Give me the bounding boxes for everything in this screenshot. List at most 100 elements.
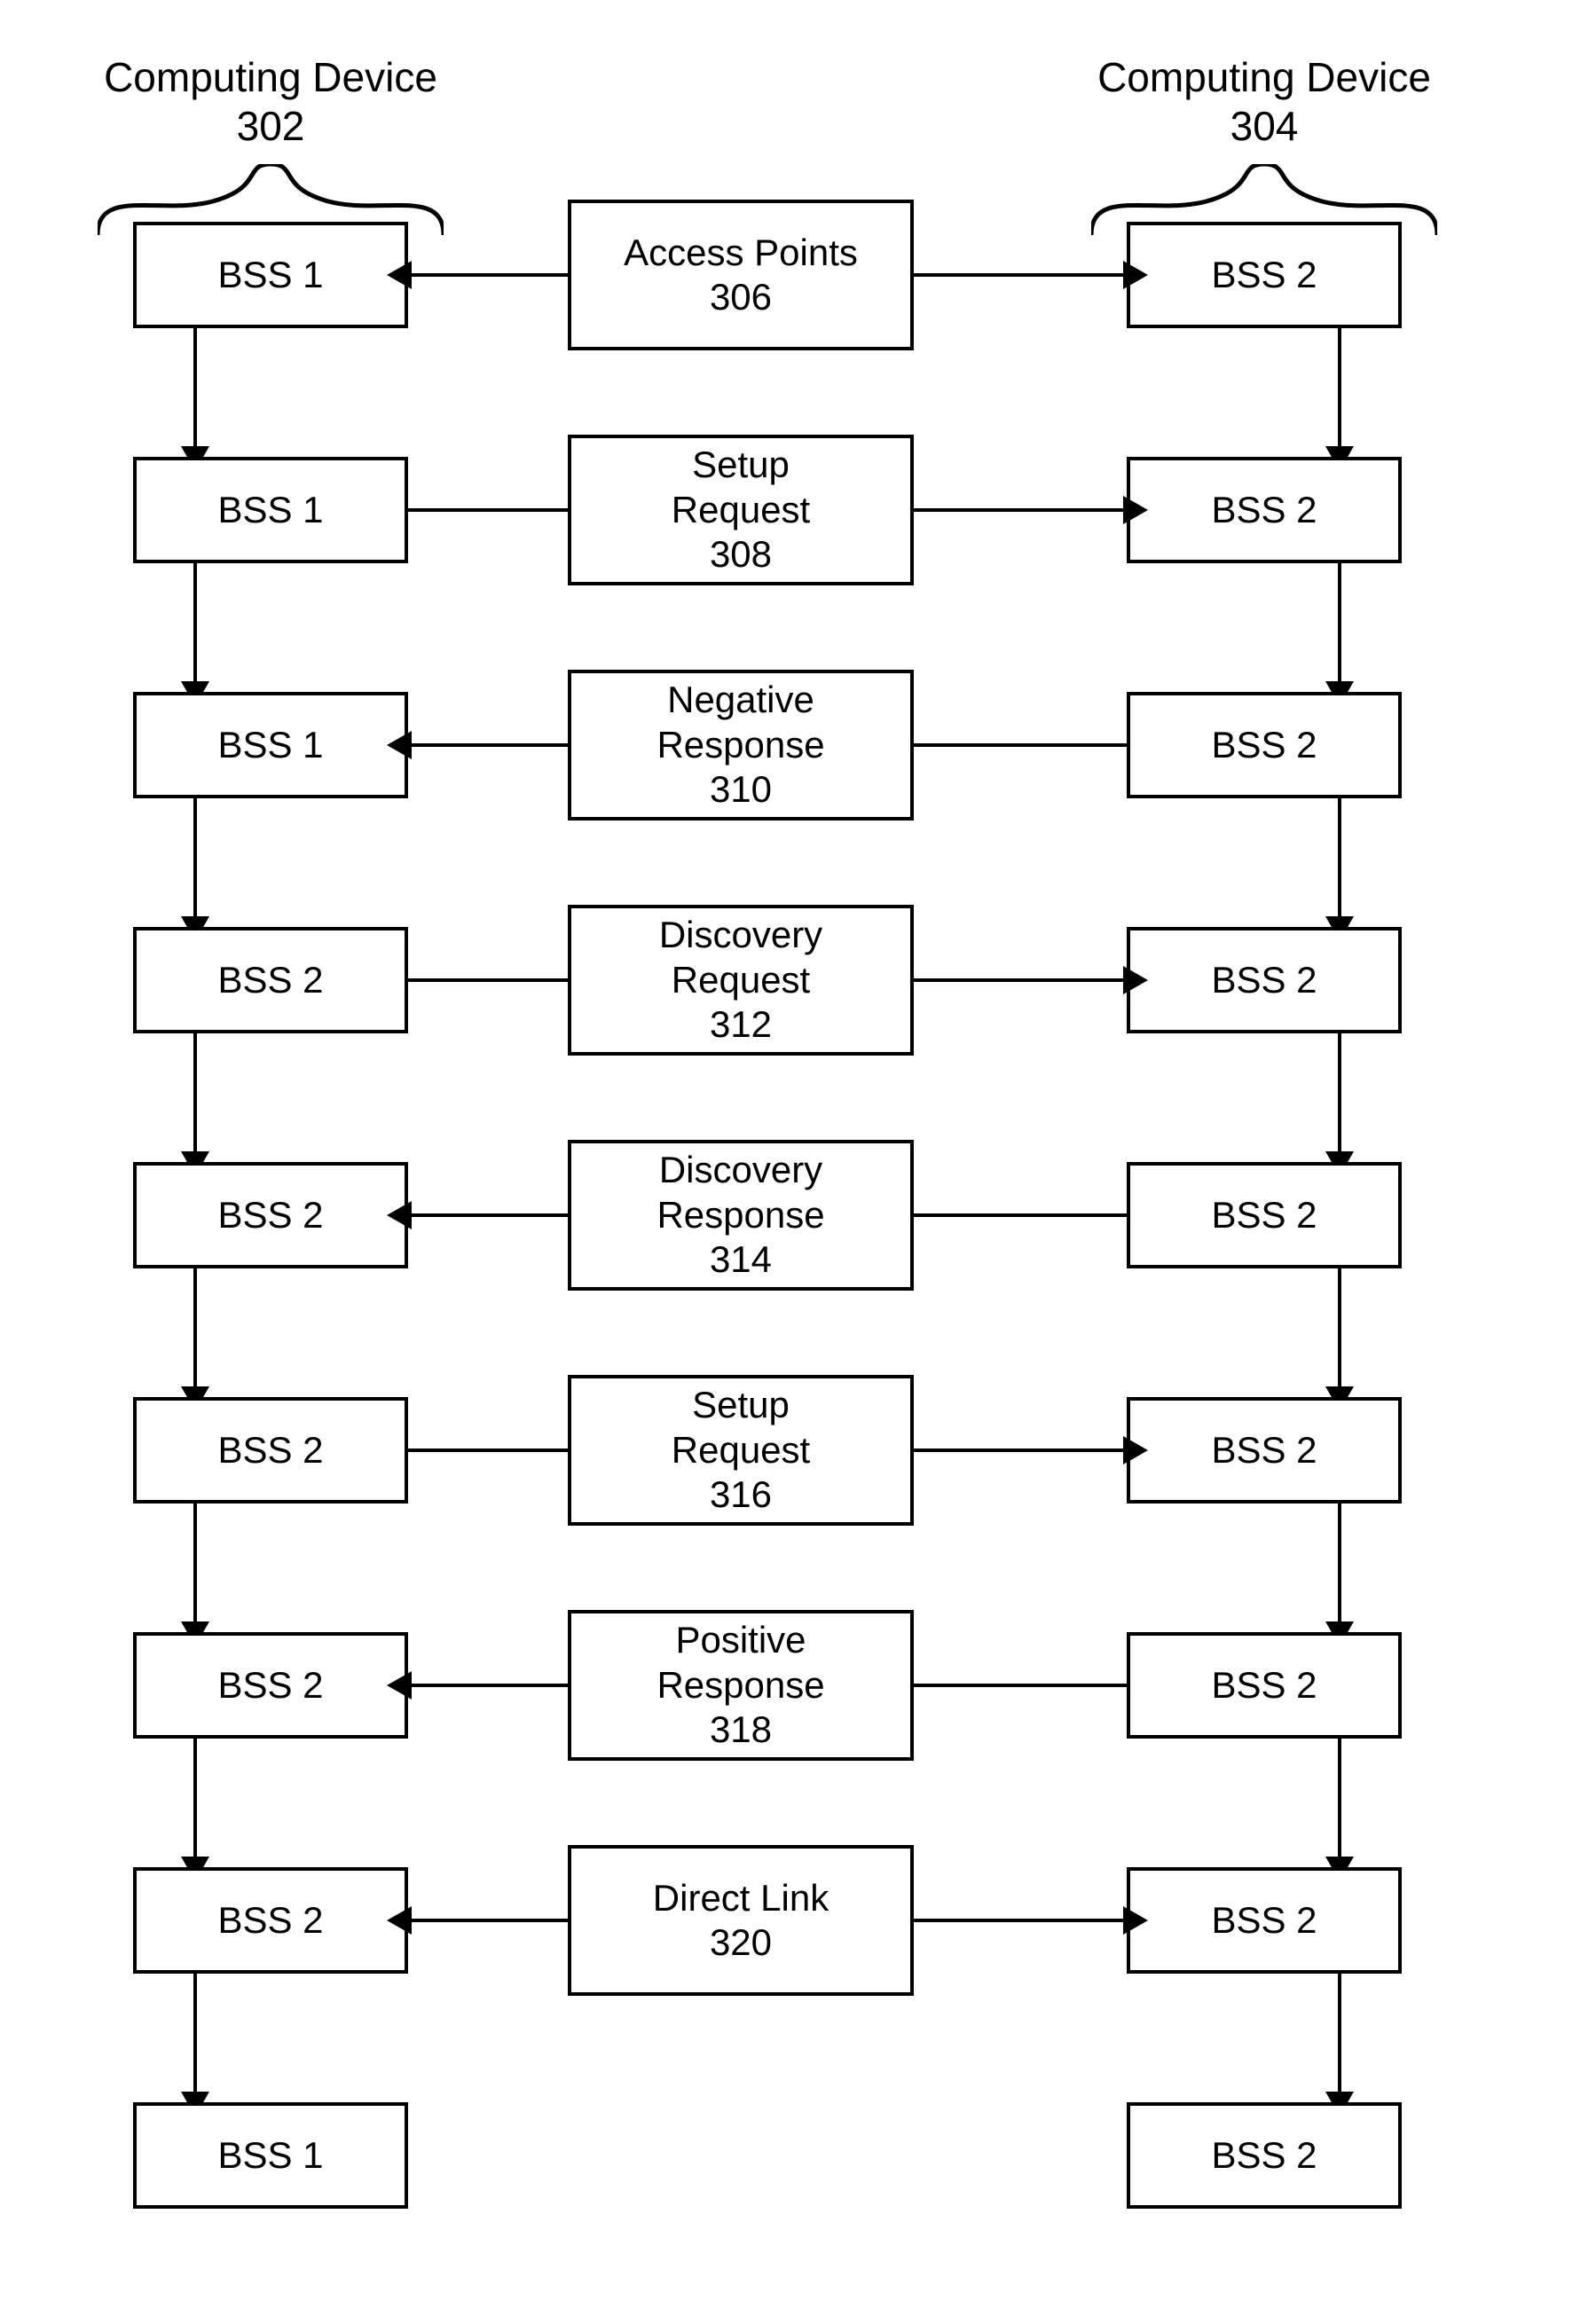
right-box-row0: BSS 2 bbox=[1127, 222, 1402, 328]
center-box-row5: Setup Request 316 bbox=[568, 1375, 914, 1526]
connector-line bbox=[193, 563, 197, 685]
right-box-row2: BSS 2 bbox=[1127, 692, 1402, 798]
connector-line bbox=[193, 1974, 197, 2095]
left-box-row5: BSS 2 bbox=[133, 1397, 408, 1504]
left-box-row8: BSS 1 bbox=[133, 2102, 408, 2209]
right-box-row2-label: BSS 2 bbox=[1211, 723, 1317, 767]
center-box-row7: Direct Link 320 bbox=[568, 1845, 914, 1996]
right-box-row6: BSS 2 bbox=[1127, 1632, 1402, 1739]
left-box-row2-label: BSS 1 bbox=[217, 723, 323, 767]
connector-line bbox=[1338, 563, 1341, 685]
center-box-row3: Discovery Request 312 bbox=[568, 905, 914, 1056]
connector-line bbox=[1338, 1033, 1341, 1155]
right-box-row7: BSS 2 bbox=[1127, 1867, 1402, 1974]
left-box-row3-label: BSS 2 bbox=[217, 958, 323, 1002]
right-box-row0-label: BSS 2 bbox=[1211, 253, 1317, 297]
connector-line bbox=[914, 273, 1127, 277]
center-box-row6: Positive Response 318 bbox=[568, 1610, 914, 1761]
center-box-row4-label: Discovery Response 314 bbox=[656, 1148, 824, 1282]
arrow-left-icon bbox=[387, 1201, 412, 1229]
header-left-ref: 302 bbox=[237, 103, 305, 149]
right-box-row6-label: BSS 2 bbox=[1211, 1663, 1317, 1708]
right-box-row4: BSS 2 bbox=[1127, 1162, 1402, 1268]
connector-line bbox=[914, 508, 1127, 512]
connector-line bbox=[408, 1213, 568, 1217]
connector-line bbox=[1338, 1504, 1341, 1625]
connector-line bbox=[408, 273, 568, 277]
connector-line bbox=[1338, 798, 1341, 920]
center-box-row4: Discovery Response 314 bbox=[568, 1140, 914, 1291]
header-left-title: Computing Device bbox=[104, 54, 437, 100]
arrow-left-icon bbox=[387, 1906, 412, 1935]
connector-line bbox=[193, 328, 197, 450]
connector-line bbox=[408, 1919, 568, 1922]
connector-line bbox=[914, 1449, 1127, 1452]
arrow-right-icon bbox=[1123, 1906, 1148, 1935]
connector-line bbox=[408, 743, 568, 747]
connector-line bbox=[408, 978, 568, 982]
connector-line bbox=[914, 1684, 1127, 1687]
arrow-left-icon bbox=[387, 731, 412, 759]
center-box-row7-label: Direct Link 320 bbox=[653, 1876, 829, 1966]
center-box-row2-label: Negative Response 310 bbox=[656, 678, 824, 812]
left-box-row1-label: BSS 1 bbox=[217, 488, 323, 532]
right-box-row1-label: BSS 2 bbox=[1211, 488, 1317, 532]
left-box-row3: BSS 2 bbox=[133, 927, 408, 1033]
connector-line bbox=[914, 978, 1127, 982]
left-box-row7: BSS 2 bbox=[133, 1867, 408, 1974]
left-box-row7-label: BSS 2 bbox=[217, 1898, 323, 1943]
left-box-row4-label: BSS 2 bbox=[217, 1193, 323, 1237]
right-box-row3: BSS 2 bbox=[1127, 927, 1402, 1033]
right-box-row5: BSS 2 bbox=[1127, 1397, 1402, 1504]
connector-line bbox=[1338, 1739, 1341, 1860]
arrow-right-icon bbox=[1123, 496, 1148, 524]
left-box-row8-label: BSS 1 bbox=[217, 2133, 323, 2178]
left-box-row0: BSS 1 bbox=[133, 222, 408, 328]
left-box-row0-label: BSS 1 bbox=[217, 253, 323, 297]
right-box-row1: BSS 2 bbox=[1127, 457, 1402, 563]
right-box-row5-label: BSS 2 bbox=[1211, 1428, 1317, 1472]
connector-line bbox=[408, 508, 568, 512]
right-box-row8: BSS 2 bbox=[1127, 2102, 1402, 2209]
center-box-row0-label: Access Points 306 bbox=[624, 231, 858, 320]
left-box-row2: BSS 1 bbox=[133, 692, 408, 798]
connector-line bbox=[193, 1739, 197, 1860]
connector-line bbox=[1338, 1268, 1341, 1390]
arrow-left-icon bbox=[387, 261, 412, 289]
arrow-right-icon bbox=[1123, 1436, 1148, 1464]
connector-line bbox=[408, 1449, 568, 1452]
center-box-row0: Access Points 306 bbox=[568, 200, 914, 350]
right-box-row3-label: BSS 2 bbox=[1211, 958, 1317, 1002]
right-box-row8-label: BSS 2 bbox=[1211, 2133, 1317, 2178]
arrow-right-icon bbox=[1123, 261, 1148, 289]
center-box-row2: Negative Response 310 bbox=[568, 670, 914, 820]
right-box-row7-label: BSS 2 bbox=[1211, 1898, 1317, 1943]
left-box-row4: BSS 2 bbox=[133, 1162, 408, 1268]
left-box-row6: BSS 2 bbox=[133, 1632, 408, 1739]
connector-line bbox=[914, 743, 1127, 747]
connector-line bbox=[193, 1504, 197, 1625]
connector-line bbox=[193, 798, 197, 920]
arrow-right-icon bbox=[1123, 966, 1148, 994]
center-box-row6-label: Positive Response 318 bbox=[656, 1618, 824, 1752]
center-box-row5-label: Setup Request 316 bbox=[672, 1383, 810, 1517]
connector-line bbox=[1338, 1974, 1341, 2095]
arrow-left-icon bbox=[387, 1671, 412, 1700]
header-right: Computing Device304 bbox=[1073, 53, 1455, 151]
connector-line bbox=[914, 1919, 1127, 1922]
connector-line bbox=[193, 1033, 197, 1155]
right-box-row4-label: BSS 2 bbox=[1211, 1193, 1317, 1237]
connector-line bbox=[914, 1213, 1127, 1217]
connector-line bbox=[408, 1684, 568, 1687]
header-left: Computing Device302 bbox=[80, 53, 461, 151]
header-right-title: Computing Device bbox=[1097, 54, 1431, 100]
header-right-ref: 304 bbox=[1230, 103, 1299, 149]
center-box-row1-label: Setup Request 308 bbox=[672, 443, 810, 577]
connector-line bbox=[193, 1268, 197, 1390]
connector-line bbox=[1338, 328, 1341, 450]
center-box-row1: Setup Request 308 bbox=[568, 435, 914, 585]
center-box-row3-label: Discovery Request 312 bbox=[659, 913, 822, 1047]
left-box-row1: BSS 1 bbox=[133, 457, 408, 563]
left-box-row5-label: BSS 2 bbox=[217, 1428, 323, 1472]
left-box-row6-label: BSS 2 bbox=[217, 1663, 323, 1708]
